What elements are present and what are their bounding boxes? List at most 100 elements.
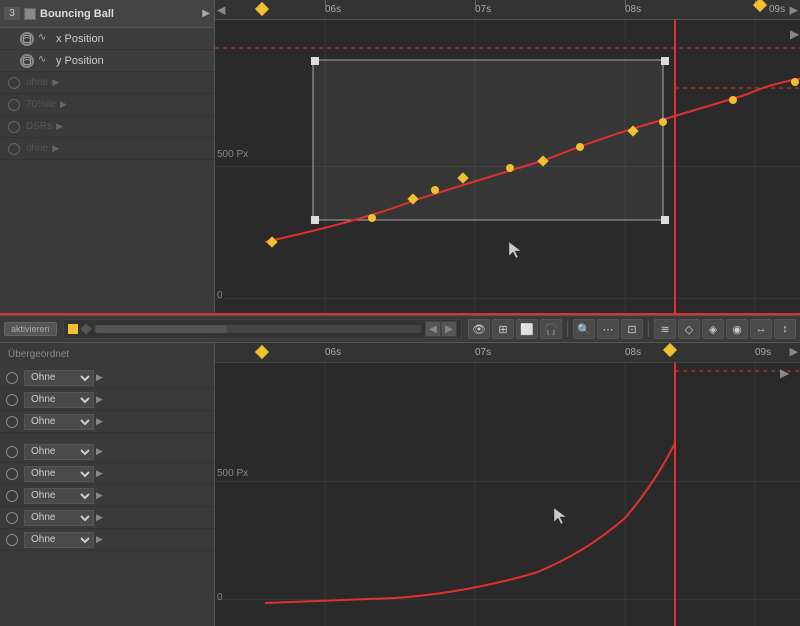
bottom-arrow-7: ▶ [96,512,103,523]
bottom-arrow-2: ▶ [96,394,103,405]
bottom-select-6[interactable]: Ohne [24,488,94,504]
zoom-btn[interactable]: 🔍 [573,319,595,339]
grid-svg: ▶ [215,20,800,313]
empty-row-2: 70%ile ▶ [0,94,214,116]
scroll-right-btn[interactable]: ▶ [441,321,457,337]
bottom-circle-5 [6,468,18,480]
property-icon-y [20,54,34,68]
bottom-circle-2 [6,394,18,406]
bottom-row-8[interactable]: Ohne ▶ [0,529,214,551]
bottom-row-7[interactable]: Ohne ▶ [0,507,214,529]
graph-area-bottom[interactable]: 06s 07s 08s 09s ▶ [215,343,800,626]
layer-name: Bouncing Ball [40,8,114,20]
bottom-row-1[interactable]: Ohne ▶ [0,367,214,389]
circle-1 [8,77,20,89]
layer-expand-icon[interactable]: ▶ [202,8,210,19]
bottom-circle-1 [6,372,18,384]
bottom-arrow-1: ▶ [96,372,103,383]
timeline-diamond [80,323,91,334]
bottom-arrow-5: ▶ [96,468,103,479]
graph-canvas-top[interactable]: ▶ 500 Px 0 [215,20,800,313]
sep1 [567,321,568,337]
bottom-select-5[interactable]: Ohne [24,466,94,482]
snap1-btn[interactable]: ⋯ [597,319,619,339]
graph-canvas-bottom[interactable]: ▶ 500 Px 0 [215,363,800,626]
svg-text:▶: ▶ [780,366,790,380]
top-section: 3 Bouncing Ball ▶ ∿ x Position [0,0,800,315]
select-btn[interactable]: ⬜ [516,319,538,339]
ruler-left-arrow[interactable]: ◀ [217,3,225,16]
layer-header[interactable]: 3 Bouncing Ball ▶ [0,0,214,28]
snap2-btn[interactable]: ⊡ [621,319,643,339]
eye-btn[interactable]: 👁 [468,319,490,339]
grid-btn[interactable]: ⊞ [492,319,514,339]
bottom-section: Übergeordnet Ohne ▶ Ohne ▶ Ohne ▶ [0,343,800,626]
bottom-ruler-07s: 07s [475,347,491,358]
bottom-circle-7 [6,512,18,524]
row-spacer [0,433,214,441]
bottom-row-2[interactable]: Ohne ▶ [0,389,214,411]
scroll-thumb [96,325,227,333]
bottom-graph-svg: ▶ [215,363,800,626]
arr1-btn[interactable]: ↔ [750,319,772,339]
bottom-row-4[interactable]: Ohne ▶ [0,441,214,463]
bottom-select-3[interactable]: Ohne [24,414,94,430]
empty-row-3: DSRs ▶ [0,116,214,138]
ruler-07s: 07s [475,0,491,19]
circle-3 [8,121,20,133]
layer-number: 3 [4,7,20,20]
ruler-right-arrow[interactable]: ▶ [790,3,798,16]
bottom-ruler-right-arrow[interactable]: ▶ [790,345,798,358]
bottom-select-8[interactable]: Ohne [24,532,94,548]
circle-2 [8,99,20,111]
bottom-playhead-marker [663,343,677,357]
bottom-circle-4 [6,446,18,458]
ruler-08s: 08s [625,0,641,19]
x-position-label: x Position [56,33,104,45]
move2-btn[interactable]: ◈ [702,319,724,339]
bottom-ruler-06s: 06s [325,347,341,358]
empty-label-4: ohne [26,143,48,154]
y-curve-icon: ∿ [38,54,52,68]
bottom-circle-8 [6,534,18,546]
property-row-y[interactable]: ∿ y Position [0,50,214,72]
left-panel: 3 Bouncing Ball ▶ ∿ x Position [0,0,215,313]
bottom-panel-label: Übergeordnet [0,347,214,367]
bottom-ruler-08s: 08s [625,347,641,358]
property-row-x[interactable]: ∿ x Position [0,28,214,50]
empty-label-2: 70%ile [26,99,56,110]
expand-3: ▶ [56,121,63,132]
svg-text:▶: ▶ [790,27,800,41]
audio-btn[interactable]: 🎧 [540,319,562,339]
move3-btn[interactable]: ◉ [726,319,748,339]
scroll-track[interactable] [94,325,421,333]
y-label-0: 0 [217,290,223,301]
timeline-ruler-top: 06s 07s 08s 09s ◀ ▶ [215,0,800,20]
arr2-btn[interactable]: ↕ [774,319,796,339]
property-icon-x [20,32,34,46]
circle-4 [8,143,20,155]
graph-area-top[interactable]: 06s 07s 08s 09s ◀ ▶ [215,0,800,313]
bottom-circle-6 [6,490,18,502]
bottom-row-3[interactable]: Ohne ▶ [0,411,214,433]
empty-label-3: DSRs [26,121,52,132]
expand-1: ▶ [52,77,59,88]
bottom-row-5[interactable]: Ohne ▶ [0,463,214,485]
y-label-500: 500 Px [217,149,248,160]
bottom-circle-3 [6,416,18,428]
bottom-select-4[interactable]: Ohne [24,444,94,460]
sep2 [648,321,649,337]
empty-row-4: ohne ▶ [0,138,214,160]
bottom-select-7[interactable]: Ohne [24,510,94,526]
timeline-marker [68,324,78,334]
bottom-arrow-4: ▶ [96,446,103,457]
move1-btn[interactable]: ◇ [678,319,700,339]
bottom-row-6[interactable]: Ohne ▶ [0,485,214,507]
curve-btn[interactable]: ≋ [654,319,676,339]
bottom-ruler-start [255,345,269,359]
bottom-select-1[interactable]: Ohne [24,370,94,386]
scroll-left-btn[interactable]: ◀ [425,321,441,337]
aktivieren-button[interactable]: aktivieren [4,322,57,336]
bottom-select-2[interactable]: Ohne [24,392,94,408]
timeline-scroll[interactable]: ◀ ▶ [63,319,462,339]
